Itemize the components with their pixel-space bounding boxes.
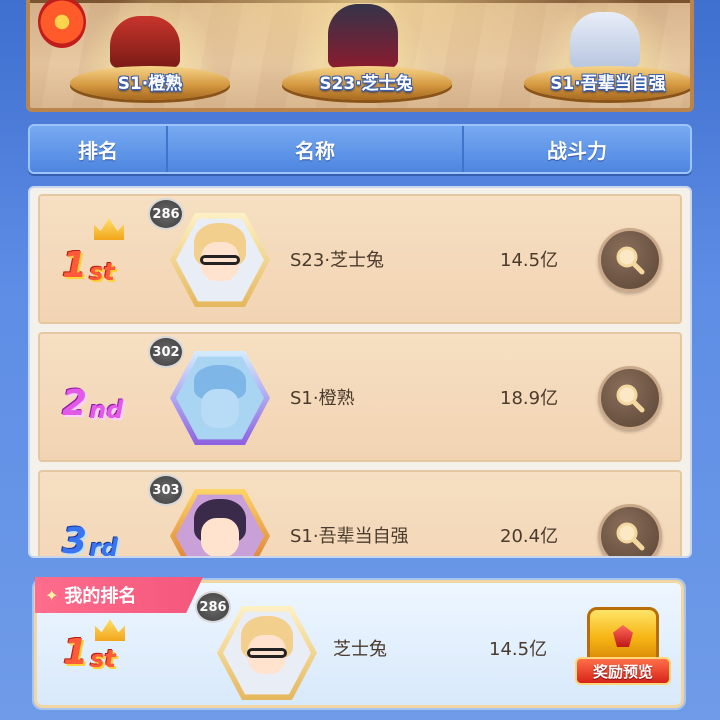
rank-number: 1 xyxy=(62,245,88,286)
rank-number: 3 xyxy=(62,521,88,558)
pedestal-label-left: S1·橙熟 xyxy=(117,74,183,94)
avatar[interactable]: 303 xyxy=(148,474,270,556)
rank-badge: 3rd xyxy=(62,512,142,558)
rank-suffix: st xyxy=(90,645,116,673)
rank-badge: 2nd xyxy=(62,374,142,424)
glasses-icon xyxy=(246,647,288,659)
player-power: 14.5亿 xyxy=(500,250,559,271)
level-badge: 286 xyxy=(148,198,184,230)
reward-preview-button[interactable]: 奖励预览 xyxy=(575,599,671,695)
player-name: S1·吾辈当自强 xyxy=(290,526,409,547)
avatar[interactable]: 286 xyxy=(148,198,270,310)
view-player-button[interactable] xyxy=(598,504,662,556)
glasses-icon xyxy=(199,254,241,266)
player-name: S23·芝士兔 xyxy=(290,250,385,271)
my-ranking-title: 我的排名 xyxy=(64,586,137,607)
my-ranking-panel: ✦ 我的排名 1st 286 芝士兔 14.5亿 奖励预览 xyxy=(34,577,684,708)
rank-suffix: nd xyxy=(89,396,124,424)
pedestal-label-right: S1·吾辈当自强 xyxy=(550,74,666,94)
ranking-row[interactable]: 2nd 302 S1·橙熟 18.9亿 xyxy=(38,332,682,462)
avatar-face xyxy=(200,518,240,556)
header-power: 战斗力 xyxy=(462,126,690,172)
header-name: 名称 xyxy=(166,126,462,172)
rank-badge: 1st xyxy=(62,236,142,286)
podium-stage: S1·橙熟 S23·芝士兔 S1·吾辈当自强 xyxy=(26,0,694,112)
my-rank-badge: 1st xyxy=(63,623,143,673)
podium-figure-center[interactable] xyxy=(328,4,398,68)
my-avatar[interactable]: 286 xyxy=(195,591,317,703)
ranking-row[interactable]: 3rd 303 S1·吾辈当自强 20.4亿 xyxy=(38,470,682,558)
ranking-header: 排名 名称 战斗力 xyxy=(28,124,692,174)
level-badge: 302 xyxy=(148,336,184,368)
view-player-button[interactable] xyxy=(598,366,662,430)
magnifier-icon xyxy=(616,246,645,275)
ranking-row[interactable]: 1st 286 S23·芝士兔 14.5亿 xyxy=(38,194,682,324)
rank-number: 1 xyxy=(63,632,89,673)
podium-figure-left[interactable] xyxy=(110,16,180,68)
magnifier-icon xyxy=(616,384,645,413)
player-power: 20.4亿 xyxy=(500,526,559,547)
level-badge: 286 xyxy=(195,591,231,623)
sparkle-icon: ✦ xyxy=(45,585,59,605)
level-badge: 303 xyxy=(148,474,184,506)
pedestal-label-center: S23·芝士兔 xyxy=(319,74,413,94)
podium-figure-right[interactable] xyxy=(570,12,640,68)
reward-preview-label: 奖励预览 xyxy=(575,657,671,685)
ranking-list[interactable]: 1st 286 S23·芝士兔 14.5亿 2nd 302 S1·橙熟 18.9… xyxy=(28,186,692,558)
avatar[interactable]: 302 xyxy=(148,336,270,448)
avatar-face xyxy=(200,389,240,428)
rank-suffix: rd xyxy=(89,534,119,558)
my-player-name: 芝士兔 xyxy=(333,639,387,660)
player-power: 18.9亿 xyxy=(500,388,559,409)
rank-suffix: st xyxy=(89,258,115,286)
magnifier-icon xyxy=(616,522,645,551)
header-rank: 排名 xyxy=(78,138,118,163)
my-ranking-tag: ✦ 我的排名 xyxy=(35,577,203,613)
rank-number: 2 xyxy=(62,383,88,424)
player-name: S1·橙熟 xyxy=(290,388,355,409)
my-player-power: 14.5亿 xyxy=(489,639,548,660)
view-player-button[interactable] xyxy=(598,228,662,292)
